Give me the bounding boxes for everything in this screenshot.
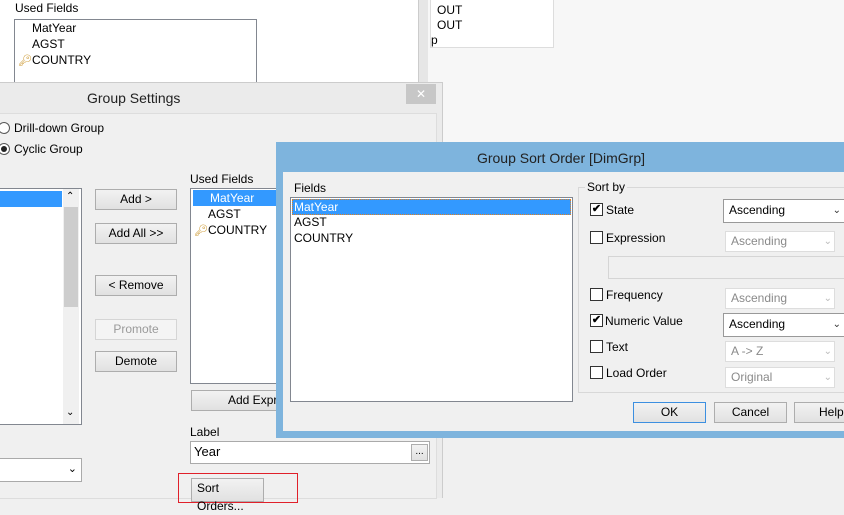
dropdown-value: Ascending — [729, 317, 786, 331]
label-caption: Label — [190, 425, 220, 439]
bg-line: OUT — [437, 3, 463, 17]
sort-by-label: Sort by — [585, 180, 628, 194]
cancel-button[interactable]: Cancel — [714, 402, 787, 423]
chevron-down-icon: ⌄ — [823, 372, 832, 383]
list-item-label: COUNTRY — [32, 53, 92, 67]
chevron-down-icon: ⌄ — [67, 463, 77, 475]
dropdown-value: Original — [731, 370, 773, 384]
chevron-down-icon: ⌄ — [823, 236, 832, 247]
frequency-checkbox[interactable] — [590, 288, 603, 301]
browse-button[interactable]: ... — [411, 444, 428, 461]
fields-label: Fields — [294, 181, 327, 195]
scroll-thumb[interactable] — [64, 207, 78, 307]
text-checkbox[interactable] — [590, 340, 603, 353]
chevron-down-icon: ⌄ — [832, 205, 841, 216]
dropdown-value: A -> Z — [731, 344, 764, 358]
numeric-value-label: Numeric Value — [605, 314, 683, 328]
bg-right-panel: OUT OUT p — [430, 0, 554, 48]
promote-button[interactable]: Promote — [95, 319, 177, 340]
list-item-selected[interactable]: MatYear — [193, 190, 281, 206]
list-item[interactable]: MatYear — [15, 20, 256, 36]
numeric-value-checkbox[interactable]: ✔ — [590, 314, 603, 327]
frequency-label: Frequency — [606, 288, 663, 302]
dropdown-value: Ascending — [731, 291, 788, 305]
text-dropdown[interactable]: A -> Z ⌄ — [725, 341, 835, 362]
list-item[interactable]: 🔑︎ COUNTRY — [191, 222, 281, 238]
sort-fields-list[interactable]: MatYear AGST COUNTRY — [290, 197, 573, 402]
load-order-label: Load Order — [606, 366, 667, 380]
scroll-down-icon[interactable]: ⌄ — [66, 407, 74, 418]
key-icon: 🔑︎ — [18, 55, 32, 67]
add-all-button[interactable]: Add All >> — [95, 223, 177, 244]
remove-button[interactable]: < Remove — [95, 275, 177, 296]
numeric-value-dropdown[interactable]: Ascending ⌄ — [723, 313, 844, 337]
bg-line: OUT — [437, 18, 463, 32]
list-item[interactable]: AGST — [15, 36, 256, 52]
state-checkbox[interactable]: ✔ — [590, 203, 603, 216]
available-fields-list[interactable]: ⌃ ⌄ — [0, 188, 82, 425]
add-button[interactable]: Add > — [95, 189, 177, 210]
list-item[interactable]: 🔑︎ COUNTRY — [15, 52, 256, 68]
dropdown-value: Ascending — [731, 234, 788, 248]
bg-line: p — [431, 33, 438, 47]
state-label: State — [606, 203, 635, 217]
used-fields-label: Used Fields — [190, 172, 254, 186]
ok-button[interactable]: OK — [633, 402, 706, 423]
list-item-selected[interactable] — [0, 191, 62, 207]
bg-used-fields-label: Used Fields — [15, 1, 79, 15]
chevron-down-icon: ⌄ — [823, 293, 832, 304]
dialog-title: Group Settings — [87, 90, 181, 106]
list-item[interactable]: AGST — [191, 206, 281, 222]
list-item[interactable]: AGST — [294, 215, 327, 229]
chevron-down-icon: ⌄ — [832, 319, 841, 330]
label-input[interactable]: Year — [190, 441, 430, 464]
drilldown-label[interactable]: Drill-down Group — [14, 121, 104, 135]
expression-input[interactable] — [608, 256, 844, 279]
key-icon: 🔑︎ — [194, 225, 208, 237]
expression-label: Expression — [606, 231, 666, 245]
list-item-label: COUNTRY — [208, 223, 268, 237]
scroll-up-icon[interactable]: ⌃ — [66, 191, 74, 202]
expression-checkbox[interactable] — [590, 231, 603, 244]
chevron-down-icon: ⌄ — [823, 346, 832, 357]
frequency-dropdown[interactable]: Ascending ⌄ — [725, 288, 835, 309]
list-item-selected[interactable]: MatYear — [292, 199, 571, 215]
sort-dialog-title: Group Sort Order [DimGrp] — [476, 150, 646, 166]
bottom-dropdown[interactable]: ⌄ — [0, 458, 82, 482]
close-button[interactable]: ✕ — [406, 84, 436, 104]
text-label: Text — [606, 340, 629, 354]
help-button[interactable]: Help — [794, 402, 844, 423]
list-item[interactable]: COUNTRY — [294, 231, 353, 245]
background-scroll-divider — [418, 0, 428, 82]
used-fields-list[interactable]: MatYear AGST 🔑︎ COUNTRY — [190, 188, 282, 384]
load-order-checkbox[interactable] — [590, 366, 603, 379]
bg-used-fields-list[interactable]: MatYear AGST 🔑︎ COUNTRY — [14, 19, 257, 89]
sort-orders-button[interactable]: Sort Orders... — [191, 478, 264, 513]
close-icon: ✕ — [415, 87, 427, 101]
scrollbar[interactable]: ⌃ ⌄ — [63, 189, 79, 424]
cyclic-label[interactable]: Cyclic Group — [14, 142, 83, 156]
expression-dropdown[interactable]: Ascending ⌄ — [725, 231, 835, 252]
demote-button[interactable]: Demote — [95, 351, 177, 372]
load-order-dropdown[interactable]: Original ⌄ — [725, 367, 835, 388]
state-dropdown[interactable]: Ascending ⌄ — [723, 199, 844, 223]
dropdown-value: Ascending — [729, 203, 786, 217]
